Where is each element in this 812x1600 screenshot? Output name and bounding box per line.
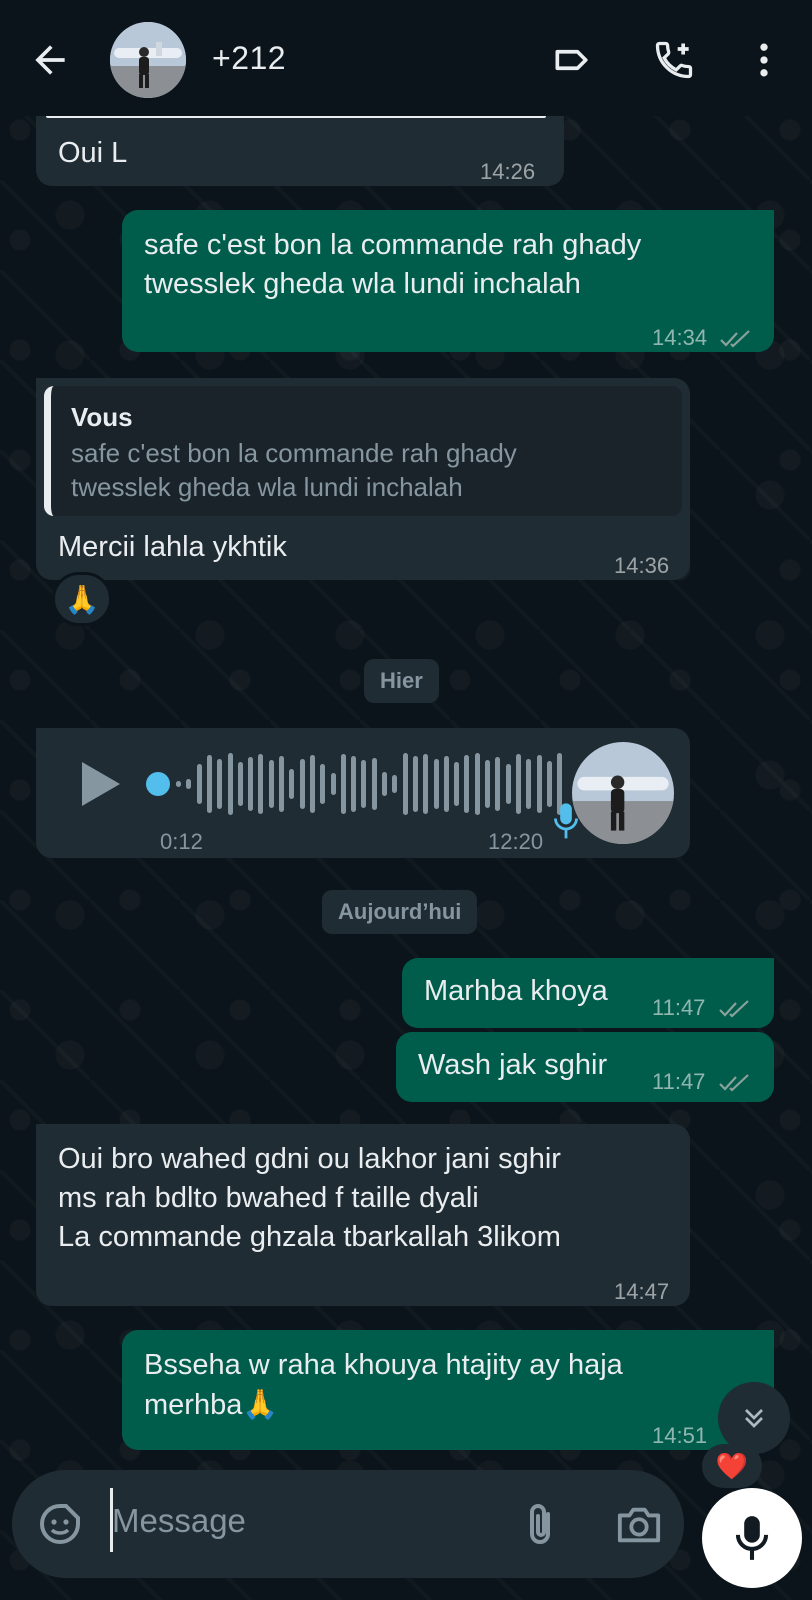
voice-waveform[interactable]	[176, 748, 576, 820]
message-text-line: Oui bro wahed gdni ou lakhor jani sghir	[58, 1143, 561, 1175]
camera-icon[interactable]	[614, 1502, 664, 1548]
waveform-bar	[433, 759, 439, 809]
waveform-bar	[361, 760, 367, 808]
mic-badge-icon	[554, 803, 578, 839]
message-text: Wash jak sghir	[418, 1049, 608, 1081]
message-bubble-outgoing[interactable]: Wash jak sghir 11:47	[396, 1032, 774, 1102]
double-check-icon	[718, 1074, 749, 1092]
label-icon[interactable]	[550, 38, 594, 82]
waveform-bar	[268, 760, 274, 808]
message-time: 11:47	[652, 1069, 706, 1094]
waveform-bar	[289, 769, 295, 799]
voice-message-bubble[interactable]: 0:12 12:20	[36, 728, 690, 858]
message-bubble-outgoing[interactable]: safe c'est bon la commande rah ghady twe…	[122, 210, 774, 352]
message-time: 14:26	[480, 159, 536, 184]
message-text: Mercii lahla ykhtik	[58, 531, 287, 563]
message-time: 12:20	[488, 829, 544, 854]
waveform-bar	[279, 756, 284, 812]
waveform-bar	[248, 757, 254, 811]
message-meta: 11:47	[652, 1062, 754, 1101]
waveform-bar	[402, 753, 408, 815]
message-bubble-incoming[interactable]: Oui bro wahed gdni ou lakhor jani sghir …	[36, 1124, 690, 1306]
contact-name[interactable]: +212	[212, 40, 286, 77]
waveform-bar	[505, 764, 511, 804]
waveform-bar	[186, 779, 192, 789]
waveform-bar	[443, 756, 449, 812]
message-text-line: La commande ghzala tbarkallah 3likom	[58, 1221, 561, 1253]
voice-record-button[interactable]	[702, 1488, 802, 1588]
message-bubble-incoming[interactable]: Vous safe c'est bon la commande rah ghad…	[36, 378, 690, 580]
waveform-bar	[330, 773, 336, 795]
emoji-sticker-icon[interactable]	[36, 1500, 84, 1548]
message-time: 14:47	[614, 1279, 670, 1304]
double-check-icon	[718, 1000, 749, 1018]
message-time: 14:36	[614, 553, 670, 578]
message-text-line: ms rah bdlto bwahed f taille dyali	[58, 1182, 479, 1214]
message-text: Oui L	[58, 137, 128, 169]
waveform-bar	[237, 762, 243, 806]
waveform-bar	[464, 755, 470, 813]
more-vert-icon[interactable]	[742, 38, 786, 82]
message-bubble-outgoing[interactable]: Marhba khoya 11:47	[402, 958, 774, 1028]
message-time: 14:34	[652, 325, 708, 350]
waveform-bar	[227, 753, 233, 815]
message-text-line: merhba🙏	[144, 1389, 279, 1421]
sender-avatar	[572, 742, 674, 844]
waveform-bar	[206, 755, 212, 813]
waveform-bar	[485, 760, 490, 808]
waveform-bar	[176, 781, 181, 787]
waveform-bar	[196, 764, 202, 804]
waveform-bar	[423, 754, 429, 814]
waveform-bar	[299, 759, 305, 809]
message-text-line: Bsseha w raha khouya htajity ay haja	[144, 1349, 623, 1381]
waveform-bar	[526, 759, 532, 809]
double-check-icon	[720, 330, 750, 348]
waveform-bar	[412, 756, 418, 812]
message-text: Marhba khoya	[424, 975, 608, 1007]
waveform-bar	[371, 758, 377, 810]
chat-header: +212	[0, 0, 812, 116]
waveform-bar	[495, 757, 501, 811]
quoted-message[interactable]: Vous safe c'est bon la commande rah ghad…	[44, 386, 682, 516]
date-separator: Aujourd’hui	[322, 890, 478, 934]
message-input[interactable]: Message	[112, 1502, 246, 1540]
mic-icon	[735, 1516, 769, 1560]
voice-progress-dot[interactable]	[146, 772, 170, 796]
waveform-bar	[309, 755, 315, 813]
quote-author: Vous	[71, 402, 133, 432]
play-icon[interactable]	[78, 758, 124, 810]
waveform-bar	[454, 762, 460, 806]
waveform-bar	[351, 756, 357, 812]
waveform-bar	[392, 775, 398, 793]
waveform-bar	[340, 754, 346, 814]
waveform-bar	[320, 764, 326, 804]
quote-text-line: twesslek gheda wla lundi inchalah	[71, 472, 463, 502]
message-text-line: safe c'est bon la commande rah ghady	[144, 229, 642, 261]
waveform-bar	[382, 772, 387, 796]
date-separator: Hier	[364, 659, 439, 703]
double-chevron-down-icon	[745, 1409, 763, 1428]
reaction-badge[interactable]: ❤️	[702, 1444, 762, 1488]
message-time: 14:51	[652, 1423, 708, 1448]
message-bubble-outgoing[interactable]: Bsseha w raha khouya htajity ay haja mer…	[122, 1330, 774, 1450]
attach-icon[interactable]	[516, 1500, 564, 1552]
contact-avatar[interactable]	[110, 22, 186, 98]
message-meta: 14:34	[652, 318, 755, 357]
waveform-bar	[217, 759, 223, 809]
back-arrow-icon[interactable]	[28, 38, 72, 82]
waveform-bar	[258, 754, 264, 814]
voice-duration: 0:12	[160, 829, 203, 854]
message-time: 11:47	[652, 995, 706, 1020]
waveform-bar	[515, 754, 521, 814]
message-meta: 11:47	[652, 988, 754, 1027]
reaction-badge[interactable]: 🙏	[52, 572, 112, 626]
waveform-bar	[536, 755, 542, 813]
add-call-icon[interactable]	[652, 38, 696, 82]
waveform-bar	[474, 753, 480, 815]
message-text-line: twesslek gheda wla lundi inchalah	[144, 268, 581, 300]
